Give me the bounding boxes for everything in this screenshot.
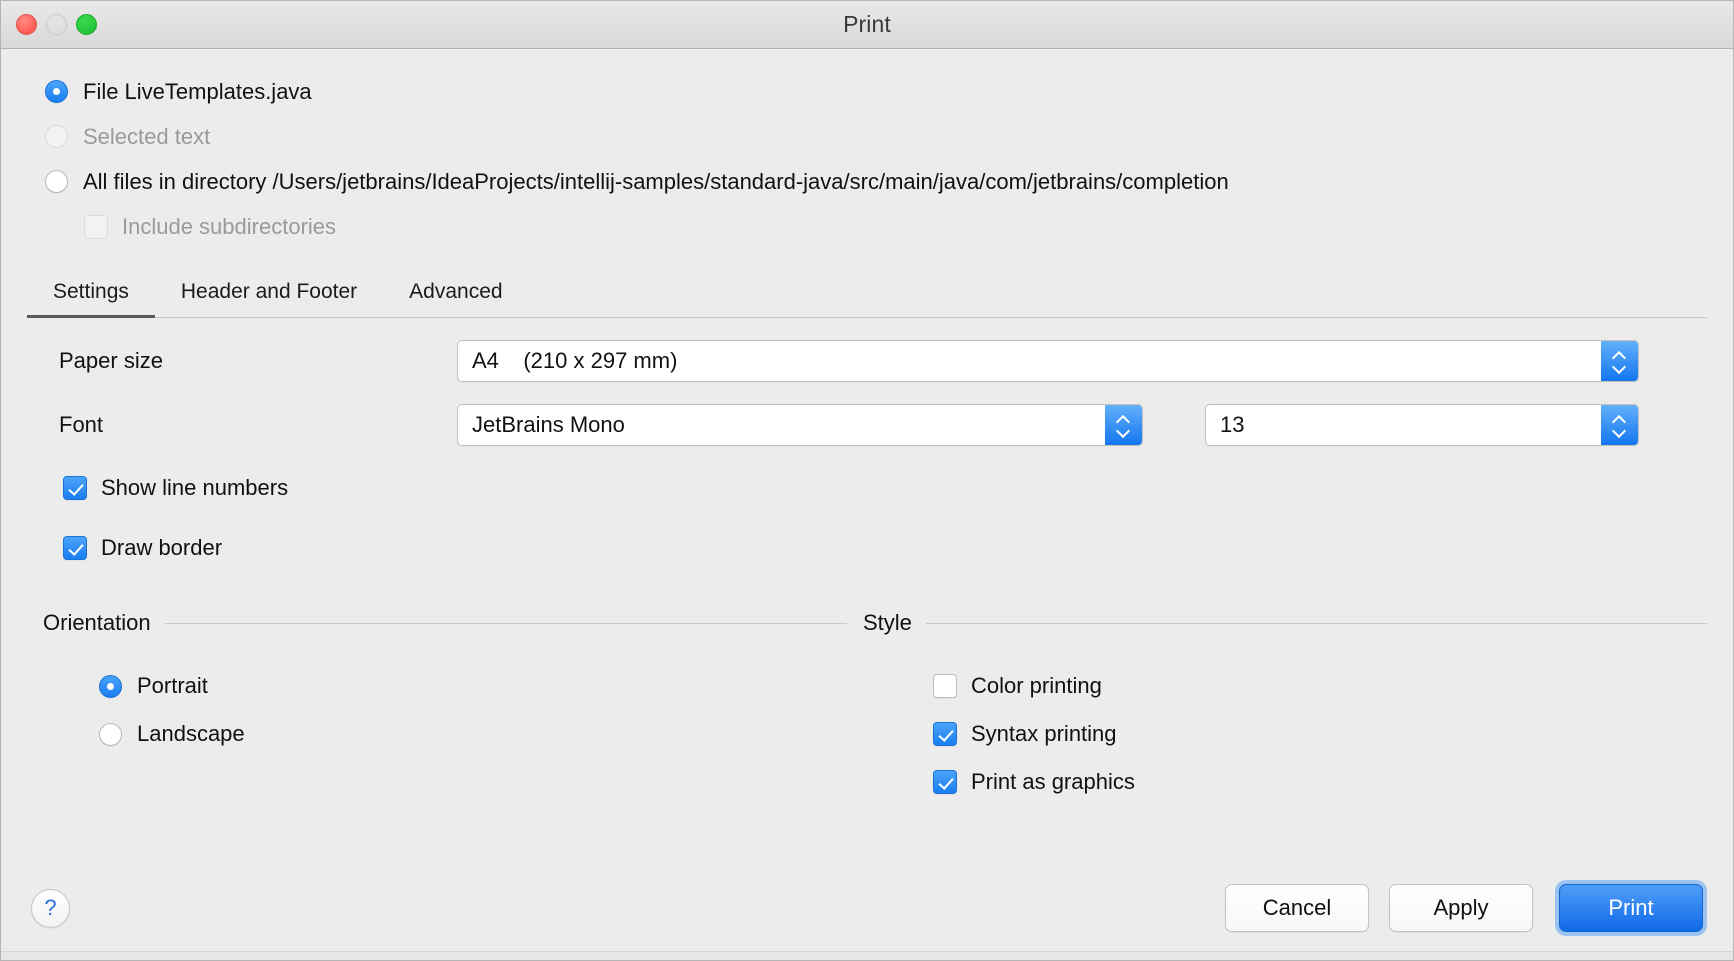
portrait-indicator[interactable]	[99, 674, 122, 698]
include-subdirectories-box	[84, 214, 108, 239]
paper-size-select[interactable]: A4 (210 x 297 mm)	[457, 340, 1639, 382]
style-options: Color printing Syntax printing Print as …	[847, 636, 1707, 806]
apply-button[interactable]: Apply	[1389, 884, 1533, 932]
draw-border-box[interactable]	[63, 536, 87, 560]
print-button[interactable]: Print	[1559, 884, 1703, 932]
font-stepper[interactable]	[1105, 405, 1142, 445]
orientation-divider	[164, 622, 847, 624]
tab-advanced[interactable]: Advanced	[383, 280, 528, 318]
font-value: JetBrains Mono	[472, 412, 625, 437]
radio-all-files-indicator[interactable]	[45, 170, 68, 193]
print-dialog-window: Print File LiveTemplates.java Selected t…	[0, 0, 1734, 961]
landscape-label: Landscape	[137, 721, 245, 746]
orientation-section: Orientation Portrait Landscape	[27, 610, 847, 806]
radio-selected-text-indicator	[45, 125, 68, 148]
bottom-strip	[1, 951, 1733, 960]
portrait-label: Portrait	[137, 673, 208, 698]
checkbox-print-as-graphics[interactable]: Print as graphics	[933, 758, 1707, 806]
radio-option-file[interactable]: File LiveTemplates.java	[45, 69, 1733, 114]
font-size-value: 13	[1220, 412, 1245, 437]
chevron-up-icon	[1613, 352, 1626, 359]
font-label: Font	[59, 412, 104, 437]
font-row: Font JetBrains Mono 13	[1, 404, 1733, 446]
orientation-header: Orientation	[27, 610, 847, 636]
radio-option-selected-text: Selected text	[45, 114, 1733, 159]
window-controls	[16, 1, 97, 48]
chevron-down-icon	[1613, 363, 1626, 370]
chevron-down-icon	[1117, 427, 1130, 434]
radio-file-indicator[interactable]	[45, 80, 68, 103]
radio-landscape[interactable]: Landscape	[99, 710, 847, 758]
paper-size-row: Paper size A4 (210 x 297 mm)	[1, 340, 1733, 382]
radio-option-all-files-in-directory[interactable]: All files in directory /Users/jetbrains/…	[45, 159, 1733, 204]
checkbox-show-line-numbers[interactable]: Show line numbers	[63, 464, 1733, 512]
font-select[interactable]: JetBrains Mono	[457, 404, 1143, 446]
style-section: Style Color printing Syntax printing Pri…	[847, 610, 1707, 806]
chevron-down-icon	[1613, 427, 1626, 434]
paper-size-label: Paper size	[59, 348, 163, 373]
show-line-numbers-box[interactable]	[63, 476, 87, 500]
include-subdirectories-label: Include subdirectories	[122, 213, 337, 239]
orientation-title: Orientation	[43, 610, 151, 635]
tab-header-and-footer[interactable]: Header and Footer	[155, 280, 383, 318]
window-title: Print	[843, 11, 891, 37]
maximize-button[interactable]	[76, 14, 97, 35]
checkbox-color-printing[interactable]: Color printing	[933, 662, 1707, 710]
draw-border-label: Draw border	[101, 535, 223, 560]
radio-selected-text-label: Selected text	[83, 123, 211, 149]
checkbox-include-subdirectories: Include subdirectories	[45, 204, 1733, 249]
checkbox-syntax-printing[interactable]: Syntax printing	[933, 710, 1707, 758]
title-bar: Print	[1, 1, 1733, 49]
radio-portrait[interactable]: Portrait	[99, 662, 847, 710]
dialog-content: File LiveTemplates.java Selected text Al…	[1, 49, 1733, 960]
dialog-footer: ? Cancel Apply Print	[1, 854, 1733, 960]
print-options-group: Show line numbers Draw border	[1, 446, 1733, 572]
sections-row: Orientation Portrait Landscape Style Col…	[1, 610, 1733, 806]
style-header: Style	[847, 610, 1707, 636]
orientation-options: Portrait Landscape	[27, 636, 847, 758]
style-title: Style	[863, 610, 912, 635]
close-button[interactable]	[16, 14, 37, 35]
help-button[interactable]: ?	[31, 888, 70, 928]
tab-settings[interactable]: Settings	[27, 280, 155, 318]
chevron-up-icon	[1613, 416, 1626, 423]
cancel-button[interactable]: Cancel	[1225, 884, 1369, 932]
syntax-printing-label: Syntax printing	[971, 721, 1117, 746]
landscape-indicator[interactable]	[99, 722, 122, 746]
print-as-graphics-label: Print as graphics	[971, 769, 1135, 794]
paper-size-stepper[interactable]	[1601, 341, 1638, 381]
show-line-numbers-label: Show line numbers	[101, 475, 289, 500]
font-size-stepper[interactable]	[1601, 405, 1638, 445]
radio-all-files-label: All files in directory /Users/jetbrains/…	[83, 168, 1229, 194]
print-as-graphics-box[interactable]	[933, 770, 957, 794]
paper-size-value: A4 (210 x 297 mm)	[472, 348, 678, 373]
tab-bar: Settings Header and Footer Advanced	[27, 273, 1707, 318]
print-source-group: File LiveTemplates.java Selected text Al…	[1, 49, 1733, 249]
minimize-button[interactable]	[46, 14, 67, 35]
font-size-select[interactable]: 13	[1205, 404, 1639, 446]
checkbox-draw-border[interactable]: Draw border	[63, 524, 1733, 572]
color-printing-label: Color printing	[971, 673, 1102, 698]
radio-file-label: File LiveTemplates.java	[83, 78, 312, 104]
syntax-printing-box[interactable]	[933, 722, 957, 746]
chevron-up-icon	[1117, 416, 1130, 423]
style-divider	[925, 622, 1707, 624]
color-printing-box[interactable]	[933, 674, 957, 698]
